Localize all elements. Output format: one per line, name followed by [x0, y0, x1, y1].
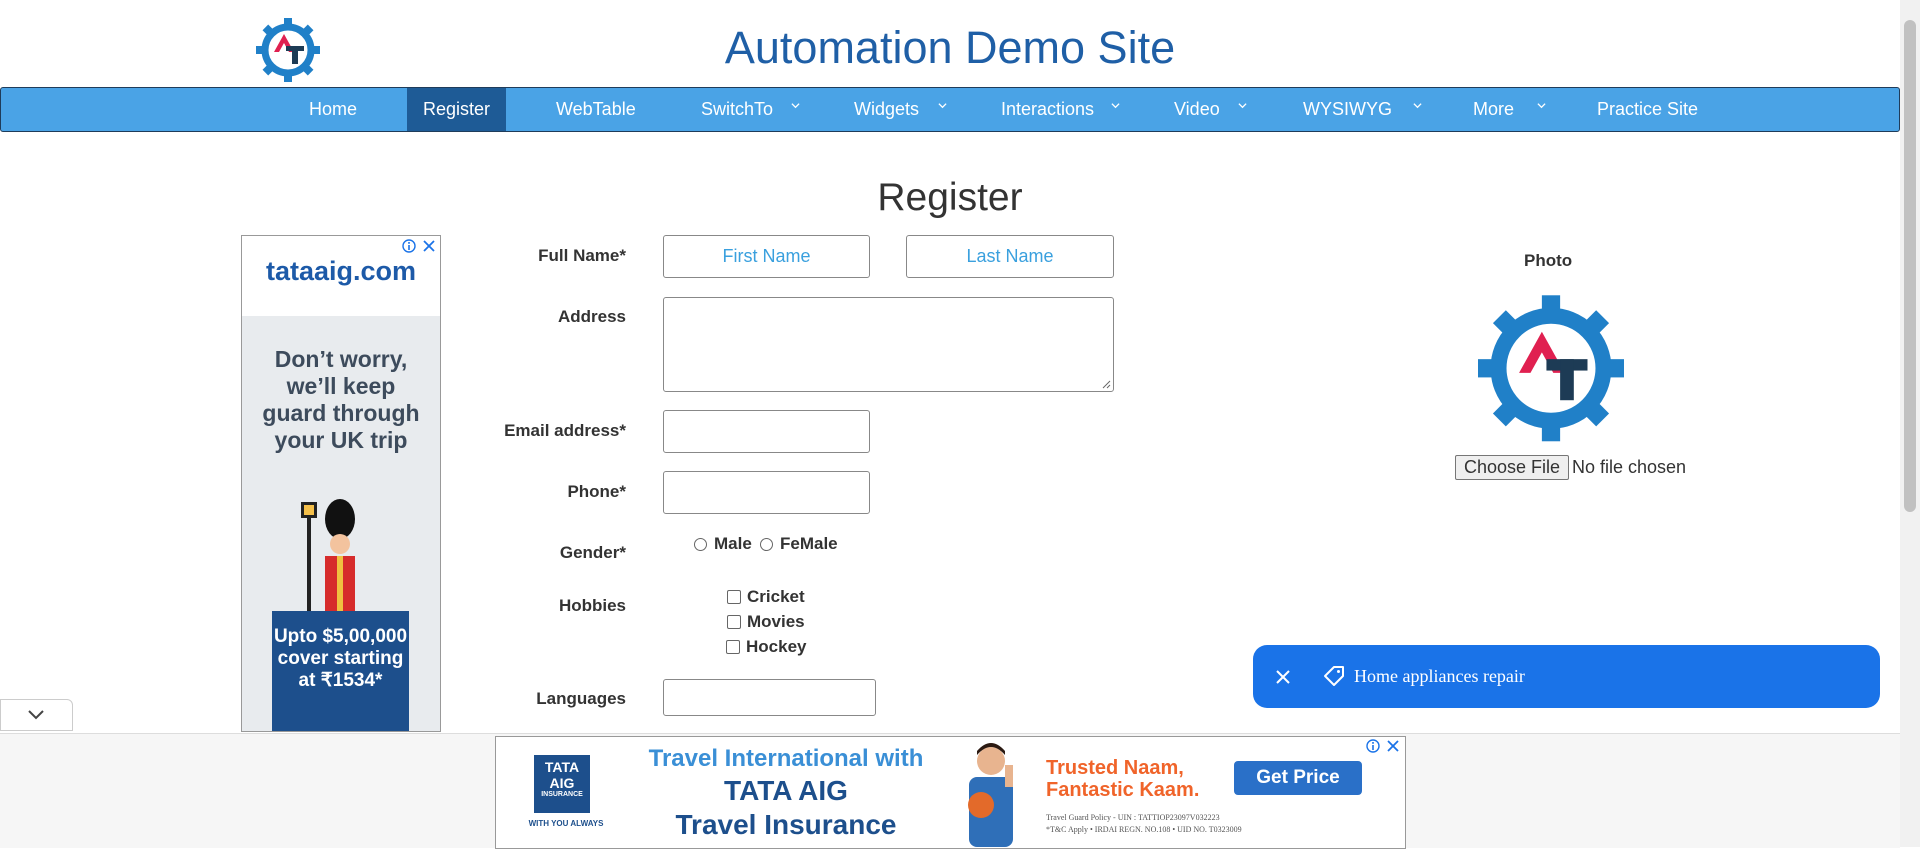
nav-widgets[interactable]: Widgets — [854, 88, 954, 131]
promo-toast[interactable]: Home appliances repair — [1253, 645, 1880, 708]
nav-practice-site[interactable]: Practice Site — [1597, 88, 1698, 131]
choose-file-button[interactable]: Choose File — [1455, 455, 1570, 480]
first-name-input[interactable]: First Name — [663, 235, 870, 278]
nav-switchto-label: SwitchTo — [701, 99, 774, 119]
nav-home[interactable]: Home — [309, 88, 357, 131]
left-ad-offer: Upto $5,00,000 cover starting at ₹1534* — [273, 626, 408, 691]
nav-more[interactable]: More — [1473, 88, 1548, 131]
hobby-movies-checkbox[interactable] — [727, 615, 741, 629]
chevron-down-icon — [1537, 103, 1546, 109]
email-input[interactable] — [663, 410, 870, 453]
resize-handle-icon[interactable] — [1101, 379, 1111, 389]
tag-icon — [1324, 666, 1344, 686]
chevron-down-icon — [938, 103, 947, 109]
hobby-cricket-checkbox[interactable] — [727, 590, 741, 604]
phone-input[interactable] — [663, 471, 870, 514]
nav-wysiwyg-label: WYSIWYG — [1303, 99, 1392, 119]
nav-widgets-label: Widgets — [854, 99, 920, 119]
left-ad-headline: Don’t worry, we’ll keep guard through yo… — [262, 346, 420, 453]
hobby-movies-label: Movies — [747, 612, 805, 631]
hobby-cricket-label: Cricket — [747, 587, 805, 606]
page-scrollbar[interactable] — [1900, 0, 1920, 847]
get-price-button[interactable]: Get Price — [1234, 761, 1362, 795]
bottom-ad-fine2: *T&C Apply • IRDAI REGN. NO.108 • UID NO… — [1046, 825, 1242, 834]
address-label: Address — [557, 307, 626, 326]
bottom-ad-banner[interactable]: TATA AIG INSURANCE WITH YOU ALWAYS Trave… — [495, 736, 1406, 849]
promo-toast-text: Home appliances repair — [1354, 666, 1525, 686]
last-name-input[interactable]: Last Name — [906, 235, 1114, 278]
ad-info-icon[interactable] — [1366, 739, 1380, 753]
languages-multiselect[interactable] — [663, 679, 876, 716]
bottom-ad-fine1: Travel Guard Policy - UIN : TATTIOP23097… — [1046, 813, 1220, 822]
phone-label: Phone* — [567, 482, 626, 501]
gender-female-label: FeMale — [780, 534, 838, 553]
nav-interactions[interactable]: Interactions — [1001, 88, 1131, 131]
ad-collapse-tab[interactable] — [0, 699, 73, 731]
bottom-ad-line1: Travel International with — [648, 745, 924, 772]
gender-male-label: Male — [714, 534, 752, 553]
chevron-down-icon — [28, 710, 44, 720]
ad-close-icon[interactable] — [422, 239, 436, 253]
nav-interactions-label: Interactions — [1001, 99, 1095, 119]
tata-aig-logo-line2: AIG — [549, 775, 575, 791]
bottom-ad-slogan1: Trusted Naam, — [1046, 757, 1184, 779]
email-label: Email address* — [504, 421, 626, 440]
scrollbar-thumb[interactable] — [1904, 20, 1916, 512]
address-textarea[interactable] — [663, 297, 1114, 392]
tata-aig-logo: TATA AIG INSURANCE — [534, 755, 590, 813]
hobby-hockey-label: Hockey — [746, 637, 807, 656]
tata-aig-logo-line3: INSURANCE — [541, 791, 583, 798]
no-file-text: No file chosen — [1572, 457, 1687, 477]
tata-aig-tagline: WITH YOU ALWAYS — [528, 819, 604, 828]
languages-label: Languages — [536, 689, 626, 708]
bottom-ad-line3: Travel Insurance — [675, 809, 897, 840]
left-ad-brand: tataaig.com — [265, 256, 417, 286]
ad-info-icon[interactable] — [402, 239, 416, 253]
tata-aig-logo-line1: TATA — [544, 759, 580, 775]
hobby-hockey-checkbox[interactable] — [726, 640, 740, 654]
ambassador-photo — [968, 743, 1013, 847]
gender-female-radio[interactable] — [760, 538, 773, 551]
profile-photo-placeholder — [1478, 295, 1624, 442]
ad-close-icon[interactable] — [1386, 739, 1400, 753]
nav-video[interactable]: Video — [1174, 88, 1254, 131]
nav-switchto[interactable]: SwitchTo — [701, 88, 806, 131]
gender-male-radio[interactable] — [694, 538, 707, 551]
chevron-down-icon — [791, 103, 800, 109]
chevron-down-icon — [1413, 103, 1422, 109]
nav-wysiwyg[interactable]: WYSIWYG — [1303, 88, 1423, 131]
guard-illustration — [301, 499, 355, 614]
bottom-ad-line2: TATA AIG — [724, 775, 848, 806]
nav-practice-site-label: Practice Site — [1597, 99, 1699, 119]
nav-register-label: Register — [423, 99, 491, 119]
gender-label: Gender* — [559, 543, 626, 562]
bottom-ad-slogan2: Fantastic Kaam. — [1046, 779, 1200, 801]
nav-more-label: More — [1473, 99, 1515, 119]
photo-label: Photo — [1524, 251, 1573, 270]
nav-webtable-label: WebTable — [556, 99, 636, 119]
nav-video-label: Video — [1174, 99, 1220, 119]
full-name-label: Full Name* — [538, 246, 626, 265]
nav-home-label: Home — [309, 99, 358, 119]
close-icon[interactable] — [1275, 669, 1291, 685]
chevron-down-icon — [1238, 103, 1247, 109]
nav-webtable[interactable]: WebTable — [556, 88, 636, 131]
main-navbar: Home Register WebTable SwitchTo Widgets … — [0, 87, 1900, 132]
site-title: Automation Demo Site — [724, 22, 1176, 73]
left-ad-banner[interactable]: tataaig.com Don’t worry, we’ll keep guar… — [241, 235, 441, 732]
chevron-down-icon — [1111, 103, 1120, 109]
page-title: Register — [877, 176, 1023, 219]
nav-register[interactable]: Register — [407, 88, 507, 131]
hobbies-label: Hobbies — [558, 596, 626, 615]
